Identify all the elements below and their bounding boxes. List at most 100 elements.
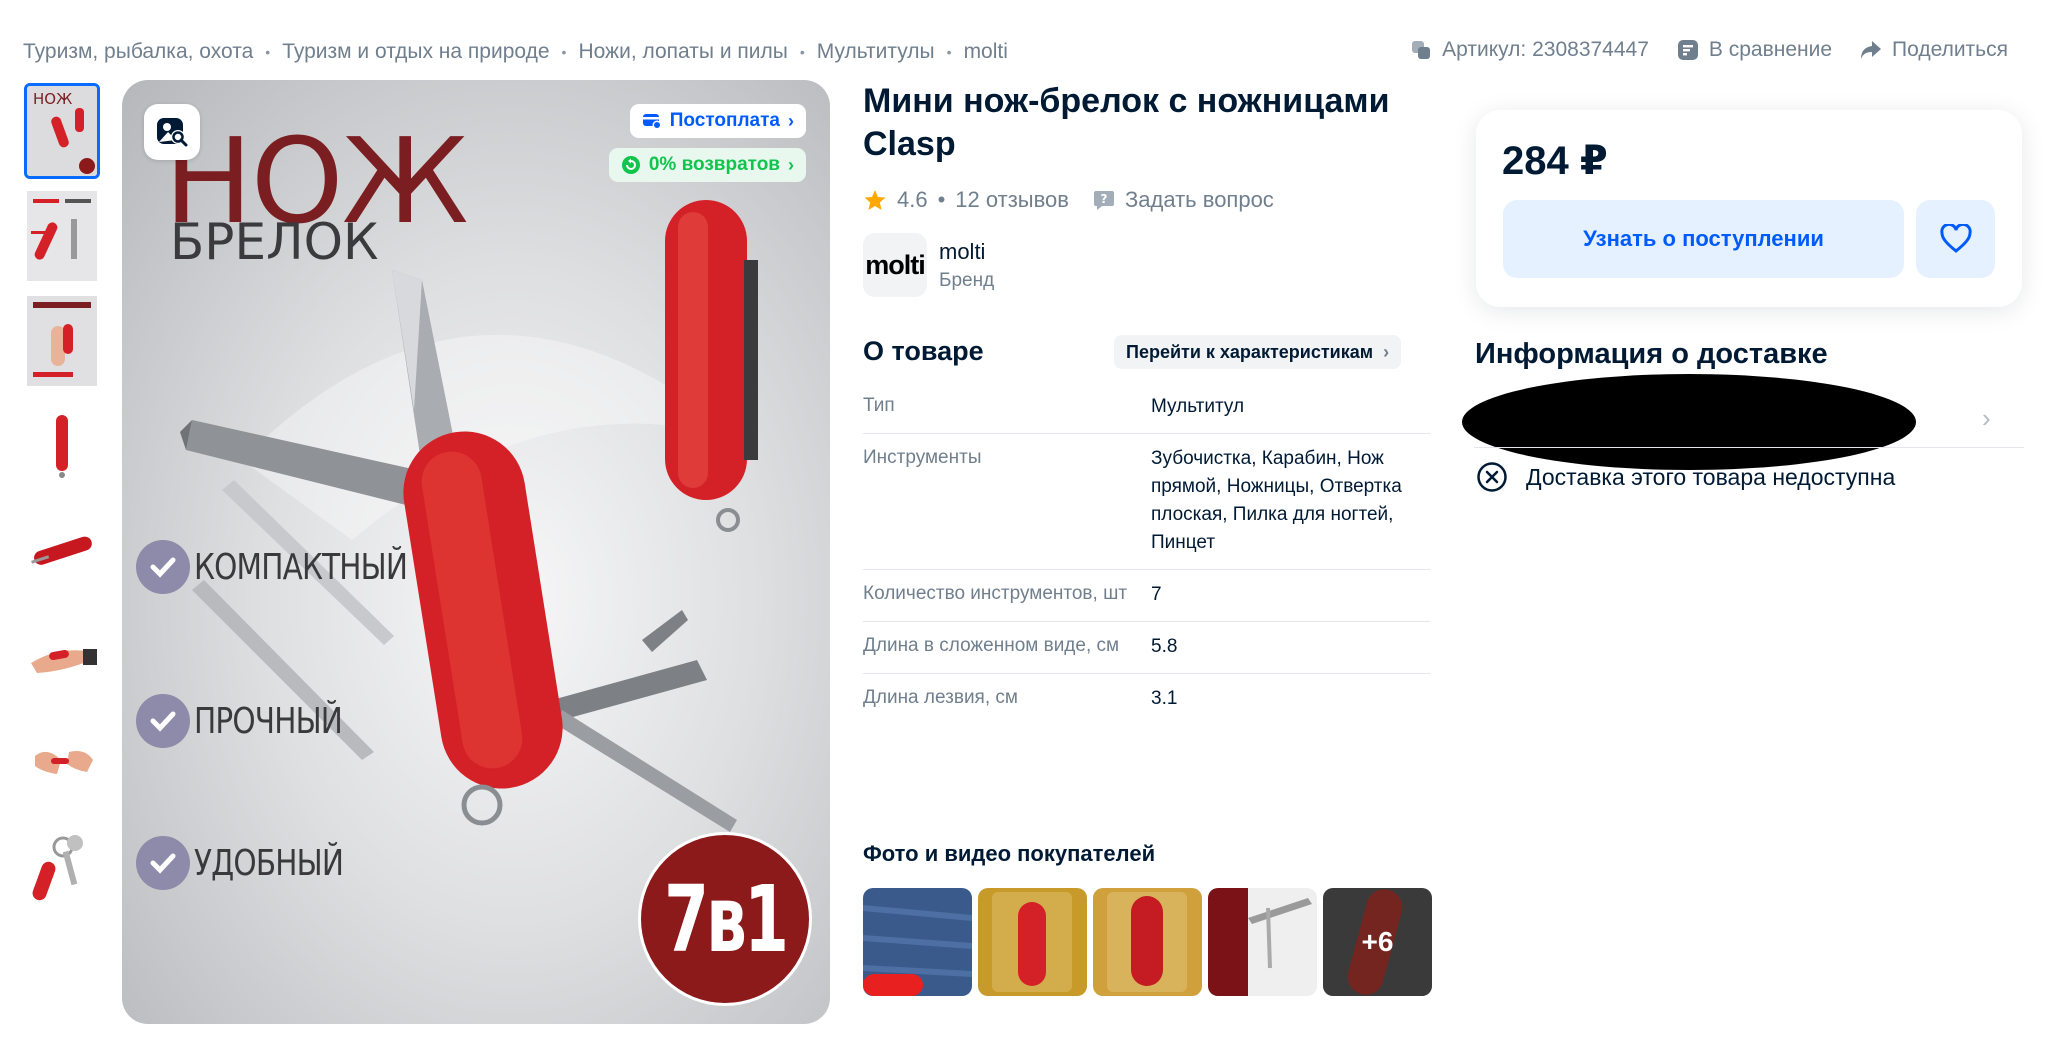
card-icon bbox=[642, 114, 662, 130]
customer-photo[interactable] bbox=[978, 888, 1087, 996]
thumbnail[interactable] bbox=[24, 188, 100, 284]
svg-text:НОЖ: НОЖ bbox=[33, 90, 72, 108]
feature-label: УДОБНЫЙ bbox=[194, 842, 344, 884]
brand-block[interactable]: molti molti Бренд bbox=[863, 233, 994, 297]
image-search-icon bbox=[157, 118, 188, 147]
check-icon bbox=[136, 836, 190, 890]
feature-label: ПРОЧНЫЙ bbox=[194, 700, 343, 742]
divider bbox=[1474, 447, 2024, 448]
top-actions: Артикул: 2308374447 В сравнение Поделить… bbox=[1410, 38, 2008, 62]
share-icon bbox=[1861, 41, 1882, 59]
check-icon bbox=[136, 540, 190, 594]
customer-photo[interactable] bbox=[1093, 888, 1202, 996]
feature-compact: КОМПАКТНЫЙ bbox=[136, 540, 454, 594]
chevron-right-icon: › bbox=[788, 110, 794, 131]
compare-label: В сравнение bbox=[1708, 38, 1833, 61]
copy-icon bbox=[1412, 41, 1431, 59]
chevron-right-icon: › bbox=[788, 154, 794, 175]
article-copy-button[interactable]: Артикул: 2308374447 bbox=[1410, 38, 1649, 62]
spec-row: Длина в сложенном виде, см 5.8 bbox=[863, 622, 1430, 674]
thumbnail[interactable] bbox=[24, 398, 100, 494]
breadcrumb-separator: • bbox=[946, 44, 952, 60]
compare-icon bbox=[1677, 40, 1698, 60]
breadcrumb-item[interactable]: molti bbox=[964, 40, 1008, 64]
thumbnail-list: НОЖ bbox=[24, 83, 102, 923]
heart-icon bbox=[1939, 224, 1972, 253]
thumbnail[interactable] bbox=[24, 503, 100, 599]
spec-value: 5.8 bbox=[1151, 636, 1178, 657]
spec-value: 3.1 bbox=[1151, 688, 1178, 709]
returns-label: 0% возвратов bbox=[648, 154, 780, 175]
thumbnail[interactable] bbox=[24, 608, 100, 704]
breadcrumb-item[interactable]: Туризм и отдых на природе bbox=[282, 40, 549, 64]
breadcrumb-item[interactable]: Мультитулы bbox=[817, 40, 935, 64]
breadcrumb-item[interactable]: Ножи, лопаты и пилы bbox=[578, 40, 787, 64]
ask-question-button[interactable]: ? Задать вопрос bbox=[1093, 187, 1274, 213]
spec-row: Количество инструментов, шт 7 bbox=[863, 570, 1430, 622]
spec-row: Тип Мультитул bbox=[863, 382, 1430, 434]
thumbnail[interactable] bbox=[24, 293, 100, 389]
notify-availability-label: Узнать о поступлении bbox=[1583, 226, 1824, 251]
spec-key: Инструменты bbox=[863, 447, 982, 468]
favorite-button[interactable] bbox=[1916, 200, 1995, 278]
spec-key: Длина в сложенном виде, см bbox=[863, 635, 1120, 656]
spec-row: Длина лезвия, см 3.1 bbox=[863, 674, 1430, 725]
delivery-status: Доставка этого товара недоступна bbox=[1476, 461, 1895, 493]
chevron-right-icon[interactable]: › bbox=[1982, 403, 1991, 434]
image-search-button[interactable] bbox=[144, 104, 200, 160]
redacted-address bbox=[1462, 374, 1916, 470]
cross-circle-icon bbox=[1477, 462, 1507, 492]
question-icon: ? bbox=[1093, 191, 1114, 210]
feature-convenient: УДОБНЫЙ bbox=[136, 836, 376, 890]
brand-name[interactable]: molti bbox=[939, 239, 994, 265]
price: 284 ₽ bbox=[1502, 139, 1608, 183]
spec-row: Инструменты Зубочистка, Карабин, Нож пря… bbox=[863, 434, 1430, 570]
feature-durable: ПРОЧНЫЙ bbox=[136, 694, 375, 748]
brand-logo: molti bbox=[863, 233, 927, 297]
thumbnail[interactable]: НОЖ bbox=[24, 83, 100, 179]
customer-photo-more[interactable]: +6 bbox=[1323, 888, 1432, 996]
rating-separator: • bbox=[937, 187, 946, 212]
customer-photo-strip: +6 bbox=[863, 888, 1432, 996]
thumbnail[interactable] bbox=[24, 713, 100, 809]
chevron-right-icon: › bbox=[1383, 341, 1390, 362]
more-photos-count: +6 bbox=[1323, 888, 1432, 996]
star-icon bbox=[864, 190, 886, 210]
feature-label: КОМПАКТНЫЙ bbox=[194, 546, 408, 588]
image-subheadline: БРЕЛОК bbox=[170, 213, 379, 271]
postpay-label: Постоплата bbox=[669, 110, 780, 131]
spec-value: Мультитул bbox=[1151, 396, 1245, 417]
breadcrumb-separator: • bbox=[799, 44, 805, 60]
product-title: Мини нож-брелок с ножницами Clasp bbox=[863, 82, 1390, 163]
compare-button[interactable]: В сравнение bbox=[1677, 38, 1832, 62]
notify-availability-button[interactable]: Узнать о поступлении bbox=[1503, 200, 1904, 278]
customer-photo[interactable] bbox=[1208, 888, 1317, 996]
spec-key: Длина лезвия, см bbox=[863, 687, 1018, 708]
customer-photo[interactable] bbox=[863, 888, 972, 996]
rating-value[interactable]: 4.6 bbox=[897, 187, 928, 213]
postpay-badge[interactable]: Постоплата › bbox=[629, 104, 806, 138]
breadcrumb-separator: • bbox=[561, 44, 567, 60]
delivery-unavailable-text: Доставка этого товара недоступна bbox=[1526, 463, 1896, 490]
customer-photos-heading: Фото и видео покупателей bbox=[863, 841, 1156, 866]
breadcrumb-item[interactable]: Туризм, рыбалка, охота bbox=[23, 40, 253, 64]
thumbnail[interactable] bbox=[24, 818, 100, 914]
main-product-image[interactable]: НОЖ БРЕЛОК КОМПАКТНЫЙ ПРОЧНЫЙ УДОБНЫЙ 7в… bbox=[122, 80, 830, 1024]
reviews-link[interactable]: 12 отзывов bbox=[955, 187, 1069, 213]
article-label: Артикул: 2308374447 bbox=[1442, 38, 1649, 61]
tool-count-label: 7в1 bbox=[664, 865, 789, 973]
buy-card: 284 ₽ Узнать о поступлении bbox=[1476, 110, 2022, 307]
brand-type: Бренд bbox=[939, 269, 995, 291]
rating-row: 4.6 • 12 отзывов ? Задать вопрос bbox=[863, 187, 1274, 213]
go-to-characteristics-button[interactable]: Перейти к характеристикам › bbox=[1114, 335, 1402, 369]
tool-count-badge: 7в1 bbox=[638, 832, 812, 1006]
about-heading: О товаре bbox=[863, 336, 984, 366]
delivery-heading: Информация о доставке bbox=[1475, 338, 1828, 370]
returns-badge[interactable]: 0% возвратов › bbox=[608, 148, 806, 182]
breadcrumb-separator: • bbox=[265, 44, 271, 60]
share-label: Поделиться bbox=[1892, 38, 2008, 61]
share-button[interactable]: Поделиться bbox=[1860, 38, 2008, 62]
refresh-icon bbox=[621, 156, 640, 174]
breadcrumb: Туризм, рыбалка, охота • Туризм и отдых … bbox=[23, 40, 1008, 64]
svg-text:?: ? bbox=[1101, 192, 1108, 206]
